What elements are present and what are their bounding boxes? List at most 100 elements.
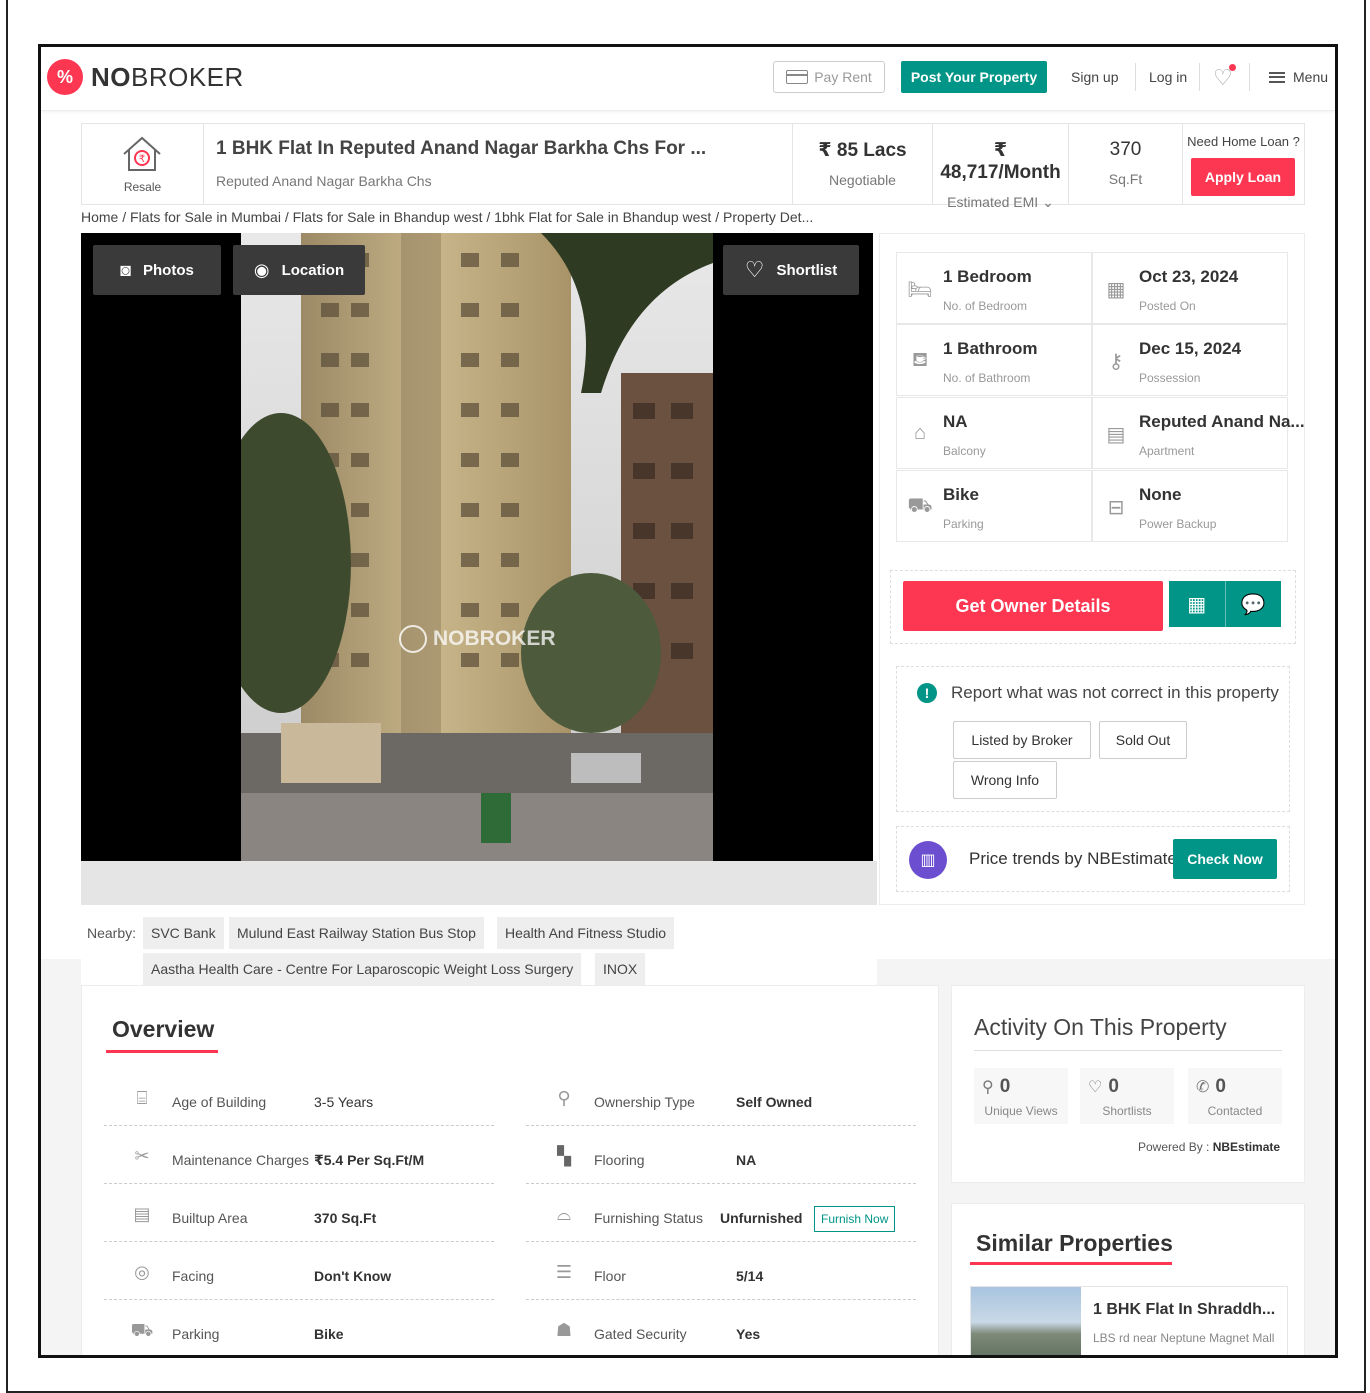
overview-row-age: ⌸ Age of Building 3-5 Years [104,1068,494,1126]
overview-row-furnishing: ⌓ Furnishing Status Unfurnished Furnish … [526,1184,916,1242]
nobroker-logo[interactable]: % NOBROKER [47,59,244,95]
furnish-now-button[interactable]: Furnish Now [814,1206,896,1232]
logo-icon: % [47,59,83,95]
owner-contact-box: Get Owner Details ▦ 💬 [890,570,1296,644]
similar-title-underline [970,1262,1172,1265]
detail-balcony: ⌂ NA Balcony [896,397,1092,469]
pay-rent-button[interactable]: Pay Rent [773,61,885,93]
user-icon: ⚲ [982,1079,994,1096]
nearby-place[interactable]: Health And Fitness Studio [497,917,675,949]
nearby-place[interactable]: Mulund East Railway Station Bus Stop [229,917,484,949]
price-trend-box: ▥ Price trends by NBEstimate Check Now [896,826,1290,892]
overview-row-floor: ☰ Floor 5/14 [526,1242,916,1300]
property-title: 1 BHK Flat In Reputed Anand Nagar Barkha… [216,138,707,159]
property-type-badge: ₹ Resale [82,124,204,204]
gallery-footer-strip [81,861,877,905]
notification-dot [1228,64,1236,71]
menu-button[interactable]: Menu [1269,69,1328,85]
sign-up-link[interactable]: Sign up [1071,69,1118,85]
chat-icon[interactable]: 💬 [1226,581,1282,627]
price-negotiable: Negotiable [829,172,896,188]
overview-row-facing: ◎ Facing Don't Know [104,1242,494,1300]
area-value: 370 [1109,139,1142,160]
schedule-visit-calendar-icon[interactable]: ▦ [1169,581,1226,627]
tiles-icon: ▚ [557,1146,571,1166]
tools-icon: ✂ [134,1146,150,1166]
apply-loan-button[interactable]: Apply Loan [1191,158,1295,196]
report-box: ! Report what was not correct in this pr… [896,666,1290,812]
nearby-places: Nearby: SVC Bank Mulund East Railway Sta… [81,909,877,985]
get-owner-details-button[interactable]: Get Owner Details [903,581,1163,631]
nearby-place[interactable]: SVC Bank [143,917,224,949]
log-in-link[interactable]: Log in [1149,69,1187,85]
detail-bedroom: 🛏 1 Bedroom No. of Bedroom [896,252,1092,324]
stat-unique-views: ⚲ 0 Unique Views [974,1068,1068,1124]
cake-icon: ⌸ [136,1088,148,1108]
heart-icon: ♡ [1088,1079,1103,1096]
chevron-down-icon: ⌄ [1042,194,1054,210]
hamburger-icon [1269,71,1285,83]
owner-action-buttons: ▦ 💬 [1169,581,1281,627]
overview-row-flooring: ▚ Flooring NA [526,1126,916,1184]
exclamation-icon: ! [917,683,937,703]
detail-apartment: ▤ Reputed Anand Na... Apartment [1092,397,1305,469]
price-trend-chart-icon: ▥ [909,841,947,879]
floors-icon: ☰ [555,1262,573,1282]
browser-viewport: % NOBROKER Pay Rent Post Your Property S… [38,44,1338,1358]
nearby-place[interactable]: Aastha Health Care - Centre For Laparosc… [143,953,582,985]
shortlist-heart-icon[interactable]: ♡ [1213,64,1236,91]
emi-block[interactable]: ₹ 48,717/Month Estimated EMI ⌄ [932,124,1068,210]
car-icon: ⛟ [907,495,933,517]
calendar-icon: ▦ [1106,279,1126,301]
security-guard-icon: ☗ [555,1320,573,1340]
car-icon: ⛟ [130,1320,154,1340]
report-chip-wrong-info[interactable]: Wrong Info [953,761,1057,799]
camera-icon: ◙ [120,259,132,280]
photo-gallery[interactable]: NOBROKER ◙ Photos ◉ Location ♡ Shortlist [81,233,873,861]
overview-section: Overview ⌸ Age of Building 3-5 Years ✂ Ma… [81,985,939,1355]
property-details-panel: 🛏 1 Bedroom No. of Bedroom ▦ Oct 23, 2024… [879,233,1305,905]
overview-title-underline [106,1050,218,1053]
property-subtitle: Reputed Anand Nagar Barkha Chs [216,173,432,189]
sofa-icon: ⌓ [556,1204,572,1224]
breadcrumb[interactable]: Home / Flats for Sale in Mumbai / Flats … [81,209,813,225]
nearby-place[interactable]: INOX [595,953,646,985]
detail-posted-on: ▦ Oct 23, 2024 Posted On [1092,252,1288,324]
watermark-logo-icon [399,625,427,653]
compass-icon: ◎ [134,1262,150,1282]
building-icon: ▤ [1106,424,1126,446]
shortlist-button[interactable]: ♡ Shortlist [723,245,859,295]
bathtub-icon: ⛾ [911,349,929,371]
post-property-button[interactable]: Post Your Property [901,61,1047,93]
similar-property-name[interactable]: 1 BHK Flat In Shraddh... [1093,1301,1275,1319]
compass-icon: ◉ [253,259,270,280]
key-icon: ⚷ [1108,351,1124,373]
person-icon: ⚲ [557,1088,571,1108]
detail-possession: ⚷ Dec 15, 2024 Possession [1092,324,1288,396]
credit-card-icon [786,70,809,84]
nobroker-watermark: NOBROKER [399,625,556,653]
building-icon: ▤ [133,1204,151,1224]
stat-shortlists: ♡ 0 Shortlists [1080,1068,1174,1124]
battery-icon: ⊟ [1107,497,1125,519]
building-photo-image [241,233,713,861]
photos-button[interactable]: ◙ Photos [93,245,221,295]
property-summary-bar: ₹ Resale 1 BHK Flat In Reputed Anand Nag… [81,123,1305,210]
home-loan-question: Need Home Loan ? [1187,134,1300,149]
similar-property-image[interactable] [971,1287,1081,1355]
activity-section: Activity On This Property ⚲ 0 Unique View… [951,985,1305,1183]
detail-parking: ⛟ Bike Parking [896,470,1092,542]
overview-row-parking: ⛟ Parking Bike [104,1300,494,1355]
price-value: ₹ 85 Lacs [818,140,907,161]
overview-row-builtup-area: ▤ Builtup Area 370 Sq.Ft [104,1184,494,1242]
location-button[interactable]: ◉ Location [233,245,365,295]
overview-title: Overview [112,1016,215,1042]
report-chip-listed-by-broker[interactable]: Listed by Broker [953,721,1091,759]
details-grid: 🛏 1 Bedroom No. of Bedroom ▦ Oct 23, 2024… [896,252,1305,544]
report-chip-sold-out[interactable]: Sold Out [1099,721,1187,759]
check-now-button[interactable]: Check Now [1173,839,1277,879]
property-photo[interactable] [241,233,713,861]
similar-property-card[interactable]: 1 BHK Flat In Shraddh... LBS rd near Nep… [970,1286,1288,1355]
logo-text: NOBROKER [91,61,244,92]
price-trend-text: Price trends by NBEstimate [969,849,1177,868]
